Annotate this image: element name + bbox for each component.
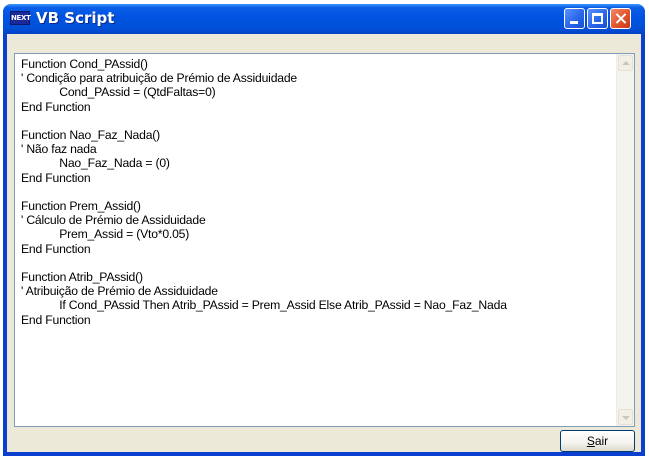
window-title: VB Script — [36, 9, 115, 27]
sair-button[interactable]: Sair — [560, 430, 635, 452]
scroll-up-icon[interactable] — [618, 55, 633, 71]
window-client-area: Function Cond_PAssid() ' Condição para a… — [7, 34, 641, 452]
minimize-button[interactable] — [564, 8, 585, 29]
vertical-scrollbar[interactable] — [616, 54, 634, 426]
close-button[interactable] — [610, 8, 631, 29]
app-icon: NEXT — [10, 11, 31, 25]
title-bar[interactable]: NEXT VB Script — [3, 4, 645, 34]
sair-label: air — [594, 434, 609, 448]
vb-script-window: NEXT VB Script Function Cond_PAssid() ' … — [3, 4, 645, 456]
scroll-down-icon[interactable] — [618, 409, 633, 425]
code-editor[interactable]: Function Cond_PAssid() ' Condição para a… — [14, 53, 635, 427]
sair-mnemonic: S — [586, 434, 595, 448]
code-text[interactable]: Function Cond_PAssid() ' Condição para a… — [21, 57, 507, 327]
maximize-button[interactable] — [587, 8, 608, 29]
